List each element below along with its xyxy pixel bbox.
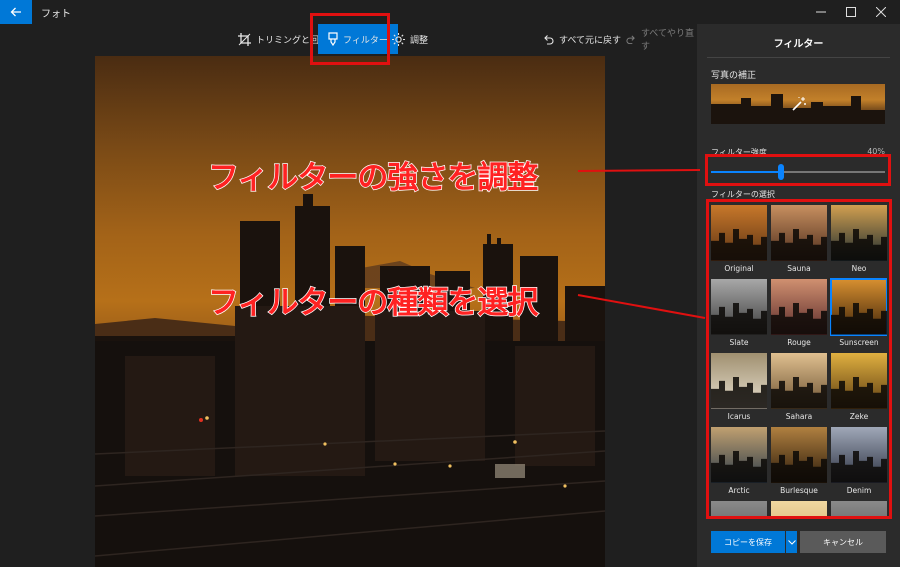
strength-annotation-caption: フィルターの強さを調整 [207,159,539,197]
close-button[interactable] [864,0,898,24]
enhance-label: 写真の補正 [711,71,757,81]
filter-tab-highlight [310,13,390,65]
back-arrow-icon [10,7,21,17]
minimize-button[interactable] [804,0,838,24]
save-options-dropdown[interactable] [786,531,797,553]
back-button[interactable] [0,0,32,24]
minimize-icon [816,11,826,13]
undo-all-label: すべて元に戻す [559,35,622,46]
title-bar: フォト [0,0,900,24]
strength-annotation-box [705,154,891,186]
undo-all-button[interactable]: すべて元に戻す [543,24,621,54]
crop-icon [238,32,251,46]
filter-grid-annotation-box [706,199,892,519]
type-annotation-caption: フィルターの種類を選択 [207,284,539,322]
redo-all-button[interactable]: すべてやり直す [626,24,697,54]
undo-icon [544,34,554,45]
adjust-tab[interactable]: 調整 [392,24,428,54]
enhance-photo-button[interactable] [711,84,885,124]
sun-icon [392,32,405,46]
maximize-button[interactable] [834,0,868,24]
save-copy-button[interactable]: コピーを保存 [711,531,785,553]
magic-wand-icon [792,97,806,111]
redo-all-label: すべてやり直す [640,29,694,52]
panel-divider [707,57,890,58]
cancel-button[interactable]: キャンセル [800,531,886,553]
chevron-down-icon [787,539,796,545]
adjust-label: 調整 [410,35,429,46]
app-title: フォト [41,9,71,20]
panel-title: フィルター [773,39,824,50]
maximize-icon [846,7,856,17]
close-icon [876,7,886,17]
redo-icon [626,35,635,44]
